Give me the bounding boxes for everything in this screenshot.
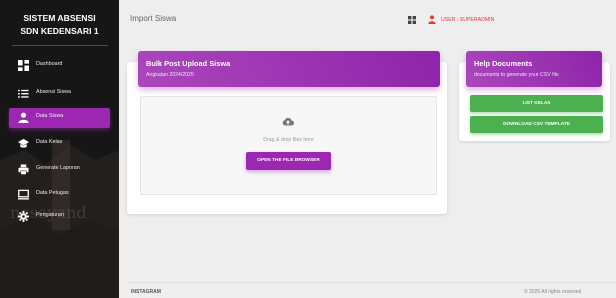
help-card-subtitle: documents to generate your CSV file: [474, 72, 559, 78]
cloud-upload-icon: [282, 117, 294, 126]
dashboard-icon[interactable]: [408, 16, 416, 24]
list-kelas-button[interactable]: LIST KELAS: [470, 95, 603, 112]
help-card-title: Help Documents: [474, 59, 533, 68]
school-icon: [18, 138, 29, 148]
sidebar-brand[interactable]: SISTEM ABSENSI SDN KEDENSARI 1: [0, 12, 119, 38]
dropzone-hint: Drag & drop files here: [263, 137, 314, 143]
person-icon: [428, 15, 436, 24]
dashboard-icon: [18, 60, 29, 71]
brand-line-2: SDN KEDENSARI 1: [20, 26, 99, 36]
footer-copyright: © 2025 All rights reserved: [524, 289, 582, 295]
page-title: Import Siswa: [130, 14, 177, 23]
footer-instagram-link[interactable]: INSTAGRAM: [131, 289, 161, 295]
download-csv-template-button[interactable]: DOWNLOAD CSV TEMPLATE: [470, 116, 603, 133]
sidebar-item-label: Generate Laporan: [36, 165, 80, 171]
upload-card-title: Bulk Post Upload Siswa: [146, 59, 231, 68]
print-icon: [18, 164, 29, 175]
sidebar-item-label: Data Petugas: [36, 190, 69, 196]
monitor-icon: [18, 189, 29, 200]
sidebar-item-label: Absensi Siswa: [36, 89, 72, 95]
sidebar-item-data-petugas[interactable]: Data Petugas: [9, 185, 110, 205]
open-file-browser-button[interactable]: OPEN THE FILE BROWSER: [246, 152, 331, 170]
sidebar-item-label: Pengaturan: [36, 212, 64, 218]
list-icon: [18, 89, 29, 98]
user-menu[interactable]: USER : SUPERADMIN: [441, 17, 494, 23]
help-card-header: Help Documents documents to generate you…: [466, 51, 602, 87]
gear-icon: [18, 211, 29, 222]
upload-card-subtitle: Angkatan 2024/2025: [146, 72, 194, 78]
sidebar-item-label: Dashboard: [36, 61, 63, 67]
sidebar-item-absensi-siswa[interactable]: Absensi Siswa: [9, 84, 110, 104]
brand-line-1: SISTEM ABSENSI: [23, 13, 96, 23]
sidebar-item-dashboard[interactable]: Dashboard: [9, 56, 110, 76]
sidebar-item-label: Data Siswa: [36, 113, 64, 119]
sidebar-item-generate-laporan[interactable]: Generate Laporan: [9, 160, 110, 180]
upload-card-header: Bulk Post Upload Siswa Angkatan 2024/202…: [138, 51, 440, 87]
file-dropzone[interactable]: [140, 96, 437, 195]
sidebar-item-data-siswa[interactable]: Data Siswa: [9, 108, 110, 128]
footer-divider: [127, 282, 616, 283]
sidebar-divider: [12, 45, 108, 46]
person-icon: [18, 112, 29, 123]
top-navbar: Import Siswa USER : SUPERADMIN: [119, 0, 616, 40]
sidebar-item-data-kelas[interactable]: Data Kelas: [9, 134, 110, 154]
sidebar-item-pengaturan[interactable]: Pengaturan: [9, 207, 110, 227]
sidebar: nesayand SISTEM ABSENSI SDN KEDENSARI 1 …: [0, 0, 119, 298]
sidebar-item-label: Data Kelas: [36, 139, 63, 145]
